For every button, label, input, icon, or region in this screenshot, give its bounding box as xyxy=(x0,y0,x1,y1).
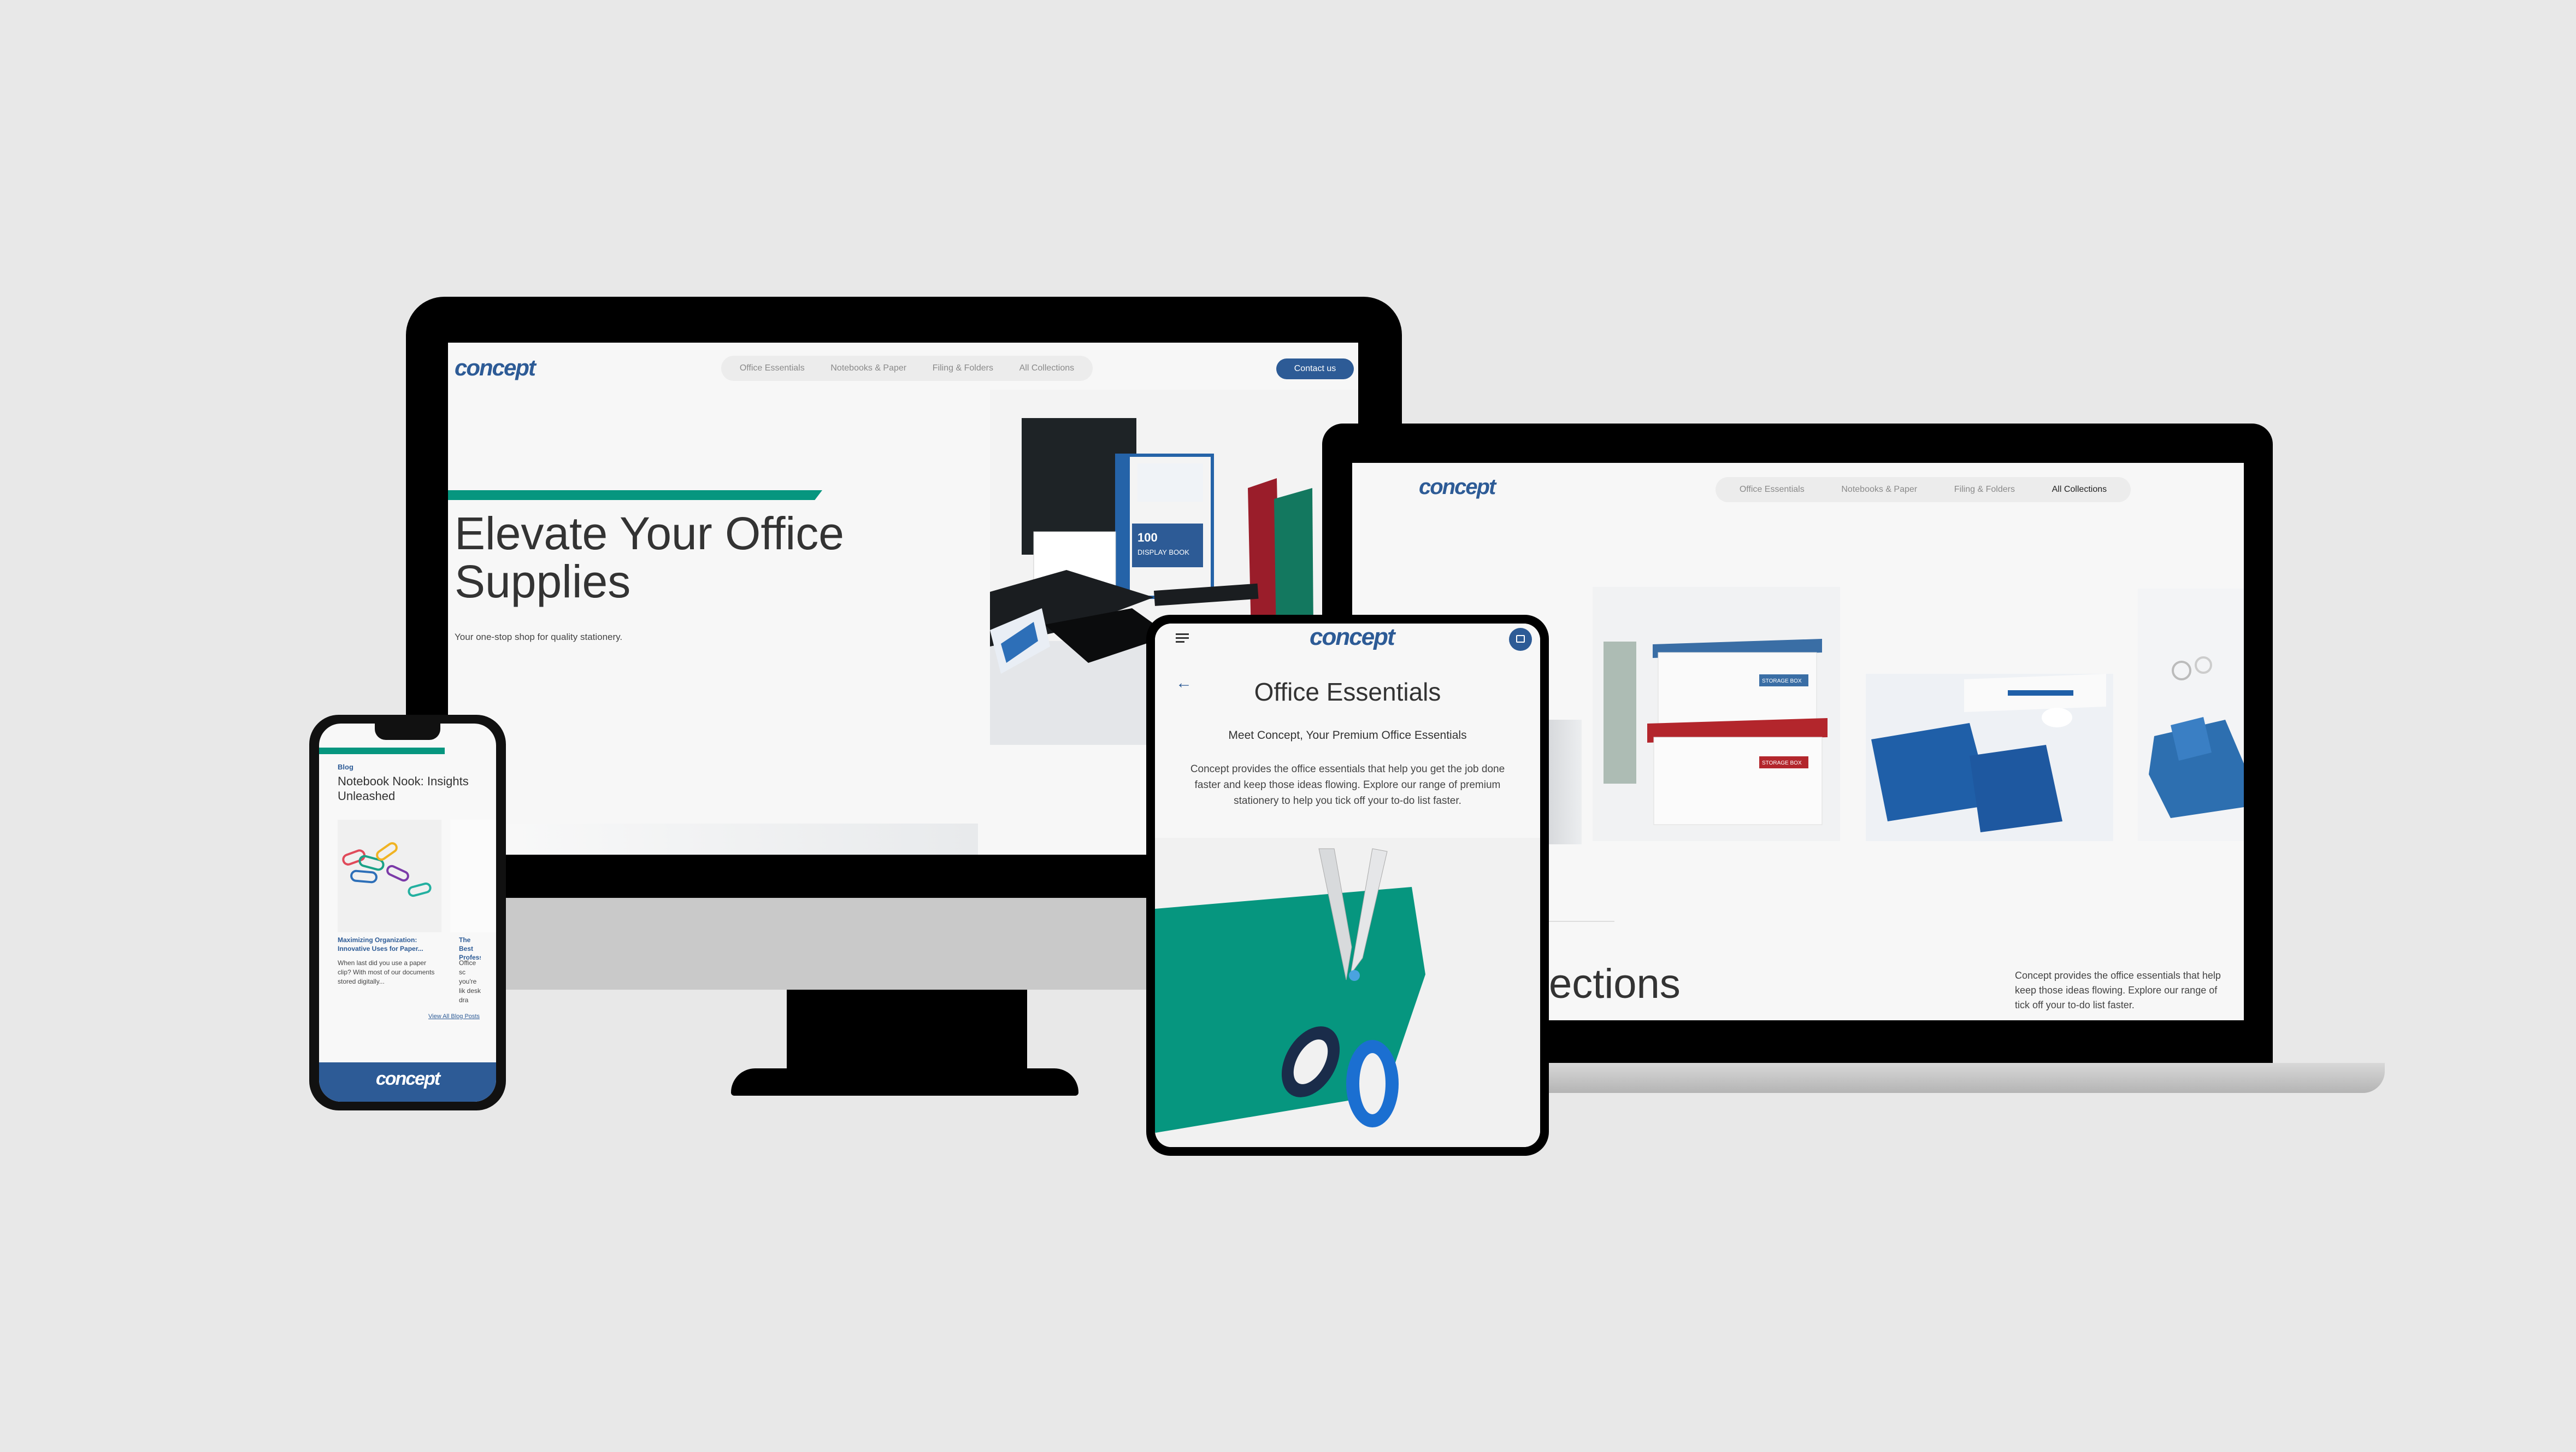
laptop-nav-all-collections[interactable]: All Collections xyxy=(2052,485,2107,495)
desktop-monitor-neck xyxy=(787,990,1027,1072)
phone-post-2-excerpt: Office sc you're lik desk dra xyxy=(459,959,481,1004)
view-all-blog-posts-link[interactable]: View All Blog Posts xyxy=(428,1013,480,1020)
hero-title-line-2: Supplies xyxy=(455,556,631,607)
laptop-nav-office-essentials[interactable]: Office Essentials xyxy=(1740,485,1805,495)
phone-notch xyxy=(375,724,440,740)
laptop-base xyxy=(1519,1063,2385,1093)
collections-body-line-1: Concept provides the office essentials t… xyxy=(2015,970,2221,981)
cart-icon[interactable] xyxy=(1509,628,1532,651)
laptop-site-logo[interactable]: concept xyxy=(1419,475,1496,499)
hamburger-icon[interactable] xyxy=(1176,633,1189,643)
laptop-nav-filing-folders[interactable]: Filing & Folders xyxy=(1954,485,2015,495)
storage-box-illustration: STORAGE BOX STORAGE BOX xyxy=(1604,639,1828,825)
contact-us-button[interactable]: Contact us xyxy=(1276,358,1354,379)
hero-bottom-fade xyxy=(448,824,978,855)
nav-all-collections[interactable]: All Collections xyxy=(1019,363,1074,373)
storage-box-label-2: STORAGE BOX xyxy=(1762,760,1802,766)
nav-filing-folders[interactable]: Filing & Folders xyxy=(933,363,993,373)
laptop-main-nav: Office Essentials Notebooks & Paper Fili… xyxy=(1716,477,2131,502)
hole-punch-illustration xyxy=(2149,656,2244,818)
page-title: Office Essentials xyxy=(1254,678,1441,706)
hero-subtitle: Your one-stop shop for quality stationer… xyxy=(455,632,623,642)
phone-post-1-excerpt: When last did you use a paper clip? With… xyxy=(338,959,435,985)
collection-card-punch[interactable] xyxy=(2138,589,2244,841)
display-book-label: DISPLAY BOOK xyxy=(1137,548,1189,556)
phone-screen: Blog Notebook Nook: Insights Unleashed M… xyxy=(319,724,496,1102)
tablet-screen: concept ← Office Essentials Meet Concept… xyxy=(1155,624,1540,1147)
collections-body: Concept provides the office essentials t… xyxy=(2015,968,2221,1013)
notebook-desk-illustration xyxy=(1866,674,2113,841)
hero-title-line-1: Elevate Your Office xyxy=(455,508,844,559)
collection-card-partial[interactable] xyxy=(1549,720,1582,844)
phone-post-1-title[interactable]: Maximizing Organization: Innovative Uses… xyxy=(338,936,441,953)
main-nav: Office Essentials Notebooks & Paper Fili… xyxy=(721,356,1093,381)
laptop-nav-notebooks-paper[interactable]: Notebooks & Paper xyxy=(1841,485,1917,495)
phone-blog-image-2[interactable] xyxy=(450,820,496,932)
collection-card-storage-boxes[interactable]: STORAGE BOX STORAGE BOX xyxy=(1593,587,1840,841)
hero-accent-bar xyxy=(448,490,822,500)
nav-office-essentials[interactable]: Office Essentials xyxy=(740,363,805,373)
page-body: Concept provides the office essentials t… xyxy=(1190,763,1505,807)
paper-clips-illustration xyxy=(342,842,432,897)
phone-footer: concept xyxy=(319,1062,496,1102)
tablet-site-logo[interactable]: concept xyxy=(1310,624,1395,651)
phone-page-title: Notebook Nook: Insights Unleashed xyxy=(338,774,469,803)
scissors-hero-image xyxy=(1155,838,1540,1147)
display-book-count: 100 xyxy=(1137,531,1158,544)
phone-footer-logo[interactable]: concept xyxy=(319,1062,496,1095)
nav-notebooks-paper[interactable]: Notebooks & Paper xyxy=(830,363,906,373)
phone-accent-bar xyxy=(319,748,445,754)
collections-divider xyxy=(1549,921,1614,922)
desktop-monitor-base xyxy=(731,1068,1078,1096)
site-logo[interactable]: concept xyxy=(455,355,536,381)
collections-body-line-2: keep those ideas flowing. Explore our ra… xyxy=(2015,985,2218,996)
storage-box-label-1: STORAGE BOX xyxy=(1762,678,1802,684)
scissors-illustration xyxy=(1155,848,1425,1133)
phone-post-2-title[interactable]: The Best Professi xyxy=(459,936,481,962)
collection-card-notebooks[interactable] xyxy=(1866,674,2113,841)
collections-body-line-3: tick off your to-do list faster. xyxy=(2015,1000,2135,1010)
phone-blog-image-1[interactable] xyxy=(338,820,441,932)
page-subtitle: Meet Concept, Your Premium Office Essent… xyxy=(1228,729,1467,742)
phone-section-label: Blog xyxy=(338,763,353,771)
collections-heading: ections xyxy=(1549,961,1681,1007)
hero-title: Elevate Your Office Supplies xyxy=(455,509,844,606)
